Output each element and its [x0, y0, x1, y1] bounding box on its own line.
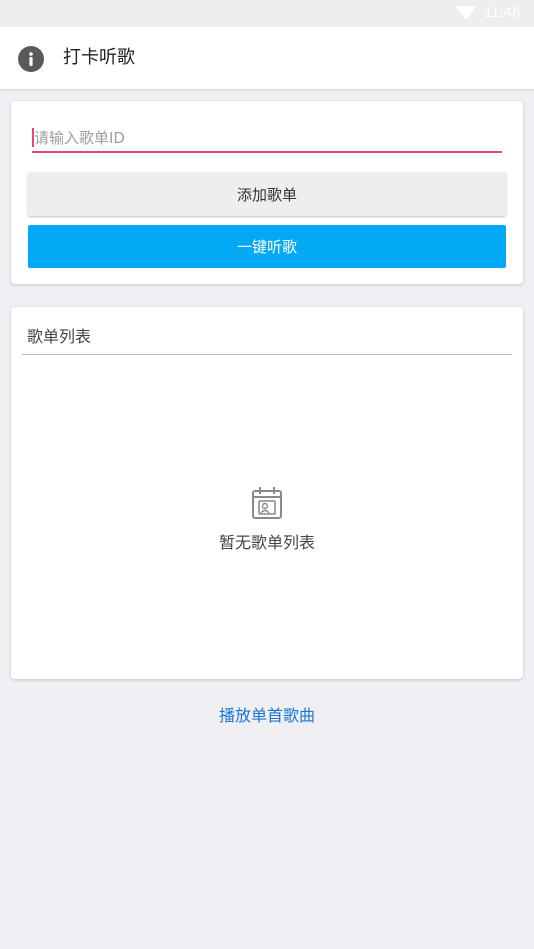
empty-state-text: 暂无歌单列表 [218, 533, 315, 552]
one-click-listen-button[interactable]: 一键听歌 [28, 225, 506, 268]
page-title: 打卡听歌 [63, 47, 135, 68]
status-bar: 11:46 [0, 0, 534, 27]
add-playlist-card: 添加歌单 一键听歌 [11, 101, 523, 284]
wifi-icon [456, 6, 476, 20]
app-bar: 打卡听歌 [0, 27, 534, 90]
info-icon[interactable] [18, 46, 44, 72]
add-playlist-button[interactable]: 添加歌单 [28, 172, 506, 216]
status-time: 11:46 [484, 4, 521, 21]
playlist-list-card: 歌单列表 暂无歌单列表 [11, 307, 523, 679]
divider [22, 354, 512, 355]
playlist-id-input[interactable] [32, 125, 502, 151]
playlist-list-header: 歌单列表 [27, 327, 92, 346]
empty-playlist-icon [252, 487, 282, 519]
playlist-id-field-wrapper [32, 125, 502, 153]
play-single-song-link[interactable]: 播放单首歌曲 [0, 702, 534, 726]
text-caret [32, 128, 34, 147]
